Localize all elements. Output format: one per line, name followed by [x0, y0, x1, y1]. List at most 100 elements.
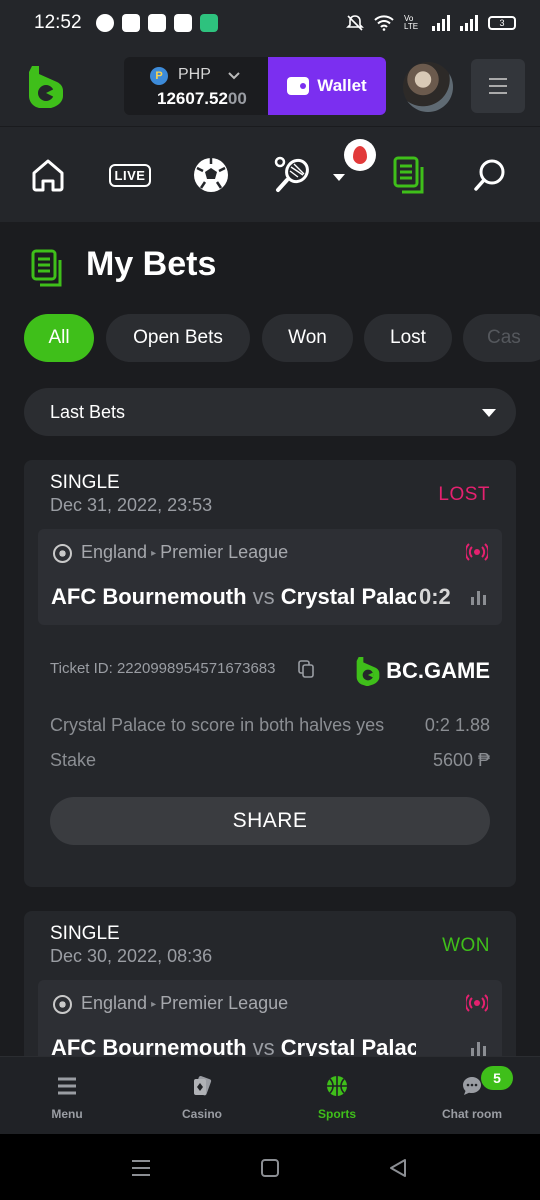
filter-lost[interactable]: Lost: [364, 314, 452, 362]
notification-icons: [95, 14, 218, 32]
bottom-tab-label: Menu: [51, 1107, 83, 1121]
sports-nav: LIVE: [0, 126, 540, 222]
bottom-nav: Menu Casino Sports Chat room: [0, 1056, 540, 1134]
odds: 1.88: [454, 715, 490, 735]
bet-selection: Crystal Palace to score in both halves y…: [50, 715, 385, 735]
bottom-tab-label: Sports: [317, 1107, 356, 1121]
fire-icon[interactable]: [344, 139, 376, 171]
separator-icon: ▸: [151, 999, 157, 1010]
away-team: Crystal Palace: [280, 584, 416, 609]
league: Premier League: [160, 542, 289, 562]
home-team: AFC Bournemouth: [51, 584, 247, 609]
league-path: England ▸ Premier League: [81, 993, 288, 1014]
wallet-label: Wallet: [317, 76, 367, 95]
signal-icon: [432, 15, 450, 31]
balance-amount: 12607.5200: [157, 89, 247, 109]
my-bets-title-icon: [31, 249, 62, 287]
bottom-tab-sports[interactable]: Sports: [277, 1057, 397, 1135]
filter-cash-out[interactable]: Cas: [463, 314, 540, 362]
casino-cards-icon: [194, 1076, 212, 1096]
app-icon: [147, 14, 166, 32]
soccer-icon[interactable]: [187, 155, 235, 195]
bottom-tab-chat-room[interactable]: Chat room: [412, 1057, 532, 1135]
separator-icon: ▸: [151, 548, 157, 559]
chat-bubble-icon: [463, 1077, 481, 1095]
tennis-icon[interactable]: [268, 155, 316, 195]
bet-date: Dec 31, 2022, 23:53: [50, 495, 213, 515]
bet-filter-tabs: All Open Bets Won Lost Cas: [24, 314, 540, 362]
selection-score: 0:2: [424, 715, 450, 735]
bet-type: SINGLE: [50, 923, 120, 944]
wallet-icon: [287, 77, 310, 95]
match-row[interactable]: England ▸ Premier League AFC Bournemouth v…: [38, 529, 502, 625]
php-coin-icon: P: [150, 67, 168, 85]
filter-all[interactable]: All: [24, 314, 94, 362]
ticket-id: Ticket ID: 2220998954571673683: [50, 660, 275, 677]
live-label: LIVE: [108, 163, 152, 187]
recent-apps-icon[interactable]: [130, 1158, 152, 1178]
search-icon[interactable]: [466, 155, 514, 195]
home-icon[interactable]: [24, 155, 72, 195]
stats-icon[interactable]: [471, 1040, 486, 1056]
youtube-icon: [173, 14, 192, 32]
system-icons: Vo LTE 3: [346, 14, 516, 32]
bet-card: SINGLE Dec 31, 2022, 23:53 LOST England ▸…: [24, 460, 516, 887]
live-broadcast-icon: [466, 994, 488, 1012]
home-button-icon[interactable]: [260, 1158, 280, 1178]
dropdown-arrow-icon: [482, 409, 496, 417]
bet-date: Dec 30, 2022, 08:36: [50, 946, 213, 966]
bc-game-logo: BC.GAME: [356, 656, 490, 686]
stats-icon[interactable]: [471, 589, 486, 605]
my-bets-icon[interactable]: [386, 155, 434, 195]
avatar[interactable]: [403, 62, 453, 112]
bottom-tab-menu[interactable]: Menu: [7, 1057, 127, 1135]
soccer-ball-icon: [53, 995, 72, 1014]
ticket-label: Ticket ID:: [50, 660, 113, 677]
period-select[interactable]: Last Bets: [24, 388, 516, 436]
bet-card: SINGLE Dec 30, 2022, 08:36 WON England ▸ P…: [24, 911, 516, 1071]
menu-button[interactable]: [471, 59, 525, 113]
bottom-tab-label: Chat room: [442, 1107, 502, 1121]
chat-unread-badge: 5: [481, 1066, 513, 1090]
copy-icon[interactable]: [298, 660, 314, 678]
status-bar: 12:52 Vo LTE 3: [0, 0, 540, 46]
filter-won[interactable]: Won: [262, 314, 353, 362]
menu-icon: [58, 1077, 76, 1095]
live-broadcast-icon: [466, 543, 488, 561]
filter-open-bets[interactable]: Open Bets: [106, 314, 250, 362]
bc-game-logo-icon: [356, 657, 380, 686]
period-select-value: Last Bets: [50, 402, 126, 422]
brand-name: BC.GAME: [386, 658, 490, 683]
app-header: P PHP 12607.5200 Wallet: [0, 46, 540, 126]
system-nav-bar: [0, 1134, 540, 1200]
league: Premier League: [160, 993, 289, 1013]
facebook-icon: [121, 14, 140, 32]
wallet-button[interactable]: Wallet: [268, 57, 386, 115]
basketball-icon: [327, 1076, 347, 1096]
bottom-tab-label: Casino: [181, 1107, 222, 1121]
country: England: [81, 993, 148, 1013]
bottom-tab-casino[interactable]: Casino: [142, 1057, 262, 1135]
soccer-ball-icon: [53, 544, 72, 563]
back-icon[interactable]: [388, 1158, 408, 1178]
bet-type: SINGLE: [50, 472, 120, 493]
more-sports-caret-icon[interactable]: [333, 174, 345, 181]
match-score: 0:2: [419, 584, 451, 609]
chevron-down-icon: [228, 72, 240, 80]
bc-logo-icon[interactable]: [28, 66, 64, 108]
balance-main: 12607.52: [157, 89, 228, 108]
league-path: England ▸ Premier League: [81, 542, 288, 563]
mute-icon: [346, 15, 364, 31]
balance-faded-digits: 00: [227, 89, 247, 108]
stake-label: Stake: [50, 750, 97, 770]
messenger-icon: [95, 14, 114, 32]
selection-result: 0:2 1.88: [425, 715, 490, 736]
bet-status: WON: [442, 935, 490, 956]
page-title: My Bets: [86, 245, 217, 283]
stake-value: 5600 ₱: [432, 750, 490, 770]
vs-label: vs: [252, 584, 275, 609]
ticket-number: 2220998954571673683: [116, 660, 276, 677]
share-button[interactable]: SHARE: [50, 797, 490, 845]
live-icon[interactable]: LIVE: [104, 155, 156, 195]
balance-selector[interactable]: P PHP 12607.5200: [124, 57, 270, 115]
